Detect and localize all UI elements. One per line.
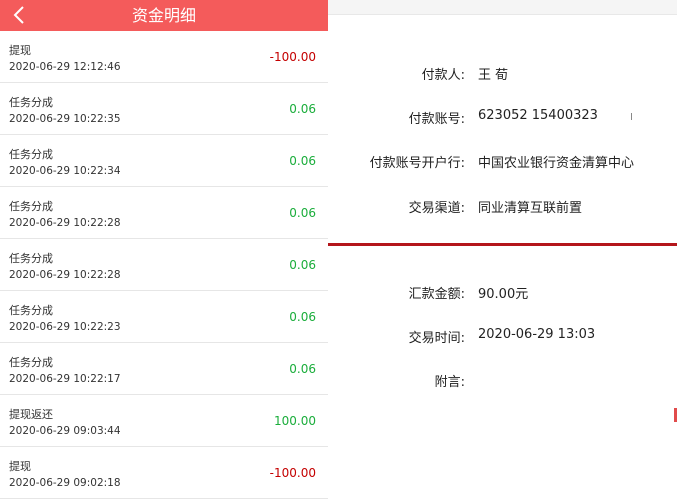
amount-value: 90.00元	[478, 287, 529, 302]
transaction-type: 任务分成	[9, 96, 53, 109]
transfer-receipt-panel: 付款人: 王 荀 付款账号: 623052 15400323 付款账号开户行: …	[328, 0, 677, 501]
amount-label: 汇款金额:	[408, 287, 465, 302]
transaction-row[interactable]: 任务分成 2020-06-29 10:22:35 0.06	[0, 83, 328, 135]
transaction-amount: 0.06	[289, 102, 316, 116]
transaction-time: 2020-06-29 10:22:23	[9, 321, 121, 333]
note-label: 附言:	[434, 375, 465, 390]
transaction-row[interactable]: 提现 2020-06-29 12:12:46 -100.00	[0, 31, 328, 83]
time-value: 2020-06-29 13:03	[478, 327, 596, 342]
transaction-amount: 0.06	[289, 206, 316, 220]
transaction-row[interactable]: 任务分成 2020-06-29 10:22:34 0.06	[0, 135, 328, 187]
transaction-time: 2020-06-29 09:03:44	[9, 425, 121, 437]
transaction-type: 任务分成	[9, 148, 53, 161]
transaction-time: 2020-06-29 10:22:34	[9, 165, 121, 177]
account-label: 付款账号:	[408, 112, 465, 127]
page-title: 资金明细	[131, 6, 196, 25]
transaction-time: 2020-06-29 10:22:28	[9, 217, 121, 229]
transaction-type: 任务分成	[9, 304, 53, 317]
transaction-row[interactable]: 任务分成 2020-06-29 10:22:28 0.06	[0, 239, 328, 291]
redaction-mark	[631, 113, 632, 120]
transaction-type: 任务分成	[9, 200, 53, 213]
transaction-type: 提现	[9, 44, 31, 57]
transaction-type: 任务分成	[9, 356, 53, 369]
transaction-time: 2020-06-29 12:12:46	[9, 61, 121, 73]
transaction-amount: 0.06	[289, 310, 316, 324]
transaction-time: 2020-06-29 10:22:35	[9, 113, 121, 125]
bank-label: 付款账号开户行:	[369, 156, 465, 171]
transaction-amount: 0.06	[289, 258, 316, 272]
transaction-type: 提现返还	[9, 408, 53, 421]
transaction-row[interactable]: 提现返还 2020-06-29 09:03:44 100.00	[0, 395, 328, 447]
section-divider	[328, 243, 677, 246]
transaction-type: 提现	[9, 460, 31, 473]
transaction-row[interactable]: 任务分成 2020-06-29 10:22:23 0.06	[0, 291, 328, 343]
channel-value: 同业清算互联前置	[478, 201, 583, 216]
payer-label: 付款人:	[421, 68, 465, 83]
transaction-list: 提现 2020-06-29 12:12:46 -100.00 任务分成 2020-06-…	[0, 31, 328, 499]
transaction-amount: -100.00	[269, 50, 316, 64]
time-label: 交易时间:	[408, 331, 465, 346]
receipt-top-bar	[328, 0, 677, 15]
transaction-row[interactable]: 任务分成 2020-06-29 10:22:17 0.06	[0, 343, 328, 395]
payer-value: 王 荀	[478, 68, 509, 83]
transaction-type: 任务分成	[9, 252, 53, 265]
transaction-amount: -100.00	[269, 466, 316, 480]
account-value: 623052 15400323	[478, 108, 598, 123]
transaction-row[interactable]: 任务分成 2020-06-29 10:22:28 0.06	[0, 187, 328, 239]
channel-label: 交易渠道:	[408, 201, 465, 216]
fund-details-panel: 资金明细 提现 2020-06-29 12:12:46 -100.00 任务分成 202…	[0, 0, 328, 501]
transaction-time: 2020-06-29 09:02:18	[9, 477, 121, 489]
transaction-amount: 100.00	[274, 414, 316, 428]
transaction-row[interactable]: 提现 2020-06-29 09:02:18 -100.00	[0, 447, 328, 499]
transaction-amount: 0.06	[289, 362, 316, 376]
transaction-amount: 0.06	[289, 154, 316, 168]
transaction-time: 2020-06-29 10:22:17	[9, 373, 121, 385]
app-header: 资金明细	[0, 0, 328, 31]
bank-value: 中国农业银行资金清算中心	[478, 156, 635, 171]
transaction-time: 2020-06-29 10:22:28	[9, 269, 121, 281]
